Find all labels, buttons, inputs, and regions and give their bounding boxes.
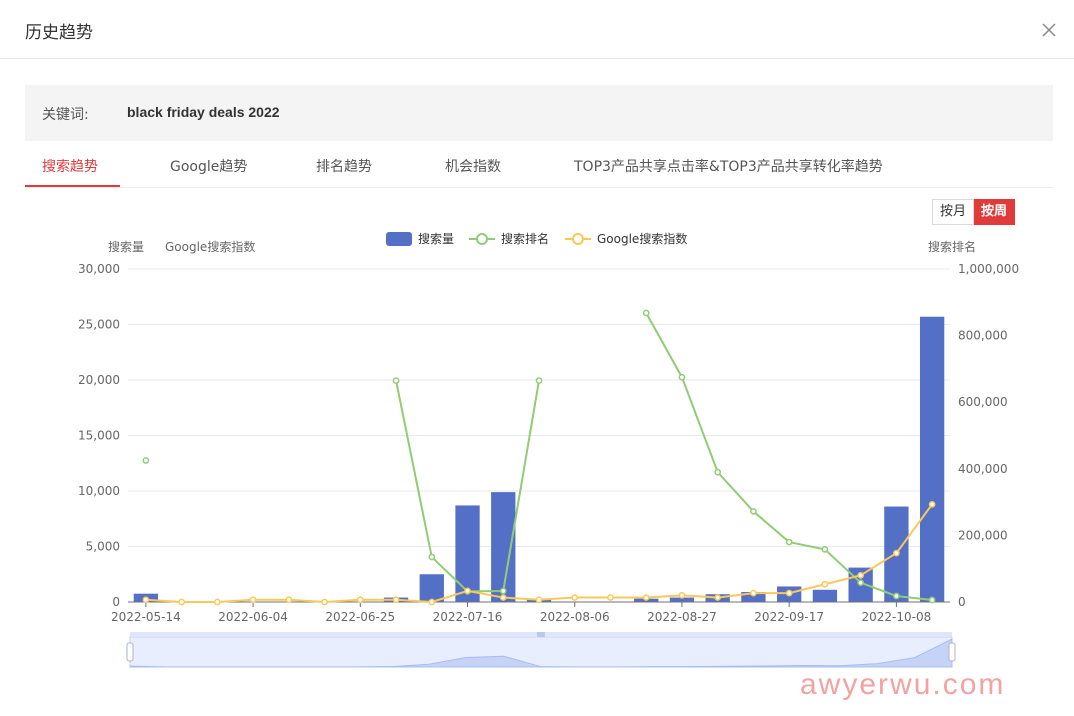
y-right-tick-label: 0	[958, 595, 966, 609]
y-left-tick-label: 5,000	[86, 540, 120, 554]
y-left-tick-label: 10,000	[78, 484, 120, 498]
y-right-tick-label: 1,000,000	[958, 262, 1019, 276]
bar-search-volume	[919, 316, 945, 602]
google-index-point	[678, 591, 686, 599]
y-left-tick-label: 30,000	[78, 262, 120, 276]
rank-point	[428, 553, 436, 561]
x-tick-label: 2022-06-25	[325, 610, 395, 624]
google-index-point	[249, 596, 257, 604]
rank-point	[142, 457, 150, 464]
trend-chart: 0 5,000 10,000 15,000 20,000 25,000 30,000 0 200…	[78, 231, 1019, 668]
legend-label: 搜索量	[418, 231, 454, 246]
google-index-point	[535, 596, 543, 604]
rank-point	[714, 468, 722, 476]
y-left-tick-label: 20,000	[78, 373, 120, 387]
y-left-tick-label: 0	[112, 595, 120, 609]
google-index-point	[356, 596, 364, 604]
google-index-point	[285, 596, 293, 604]
y-right-axis-title: 搜索排名	[928, 239, 976, 254]
google-index-point	[821, 580, 829, 588]
zoom-slider-track	[129, 636, 953, 668]
rank-point	[750, 508, 757, 515]
google-index-point	[857, 572, 865, 579]
x-tick-label: 2022-08-06	[540, 610, 610, 624]
x-tick-label: 2022-08-27	[647, 610, 717, 624]
legend-swatch-marker	[572, 233, 584, 245]
bar-search-volume	[419, 574, 444, 602]
google-index-point	[213, 598, 221, 606]
rank-point	[499, 587, 507, 595]
watermark: awyerwu.com	[800, 668, 1006, 701]
google-index-point	[607, 594, 614, 601]
bar-search-volume	[812, 589, 838, 602]
x-tick-label: 2022-05-14	[111, 610, 181, 624]
legend-swatch-bar	[386, 232, 412, 246]
rank-point	[392, 377, 400, 384]
zoom-slider-move-handle	[537, 632, 545, 637]
y-left-tick-label: 15,000	[78, 429, 120, 443]
y-left-axis-title-google: Google搜索指数	[165, 239, 255, 254]
google-index-point	[571, 594, 579, 601]
google-index-point	[642, 594, 650, 601]
google-index-point	[142, 596, 150, 604]
google-index-point	[893, 549, 900, 557]
zoom-slider-handle	[948, 642, 956, 662]
rank-point	[642, 309, 650, 317]
legend-label: Google搜索指数	[597, 231, 687, 246]
legend-swatch-marker	[476, 233, 488, 245]
google-index-point	[785, 589, 793, 597]
google-index-point	[178, 598, 185, 606]
google-index-point	[714, 594, 722, 601]
rank-point	[785, 538, 793, 546]
y-right-tick-label: 400,000	[958, 462, 1008, 476]
google-index-point	[499, 594, 507, 601]
google-index-point	[464, 587, 471, 595]
y-right-tick-label: 600,000	[958, 395, 1008, 409]
y-left-tick-label: 25,000	[78, 318, 120, 332]
rank-point	[678, 373, 686, 381]
google-index-point	[392, 596, 400, 604]
x-tick-label: 2022-10-08	[862, 610, 932, 624]
google-index-point	[321, 598, 328, 606]
zoom-slider-handle	[126, 642, 134, 662]
y-left-axis-title: 搜索量	[108, 239, 144, 254]
rank-point	[857, 579, 865, 587]
y-right-tick-label: 200,000	[958, 528, 1008, 542]
x-tick-label: 2022-06-04	[218, 610, 288, 624]
google-index-point	[428, 598, 436, 606]
x-tick-label: 2022-09-17	[754, 610, 824, 624]
google-index-point	[750, 589, 757, 597]
rank-point	[821, 546, 829, 553]
google-index-point	[928, 500, 936, 508]
bar-search-volume	[455, 505, 480, 602]
legend-label: 搜索排名	[501, 231, 549, 246]
y-right-tick-label: 800,000	[958, 329, 1008, 343]
rank-point	[893, 592, 900, 600]
google-index-line	[145, 503, 933, 604]
rank-point	[535, 377, 543, 384]
rank-point	[928, 596, 936, 604]
x-tick-label: 2022-07-16	[433, 610, 503, 624]
